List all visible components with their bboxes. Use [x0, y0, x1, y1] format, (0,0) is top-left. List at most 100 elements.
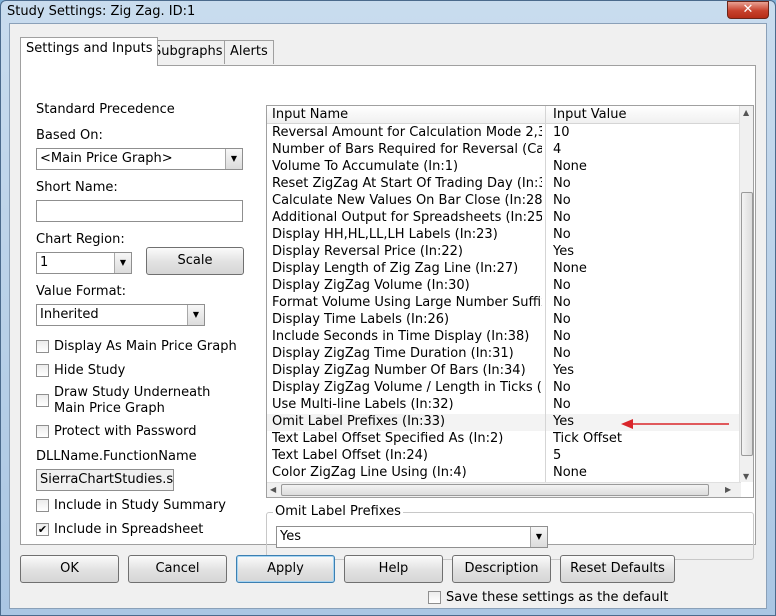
protect-password-checkbox[interactable] — [36, 425, 49, 438]
table-row[interactable]: Display ZigZag Volume (In:30) No — [267, 278, 741, 295]
input-name-cell[interactable]: Display Length of Zig Zag Line (In:27) — [272, 261, 542, 276]
value-editor-select[interactable]: Yes ▼ — [276, 526, 548, 548]
input-value-cell[interactable]: No — [553, 210, 738, 225]
ok-button[interactable]: OK — [20, 555, 119, 583]
input-name-cell[interactable]: Number of Bars Required for Reversal (Ca… — [272, 142, 542, 157]
inputs-grid[interactable]: Input Name Input Value Reversal Amount f… — [266, 105, 754, 498]
input-value-cell[interactable]: No — [553, 312, 738, 327]
horizontal-scroll-thumb[interactable] — [281, 484, 709, 496]
horizontal-scrollbar[interactable]: ◀ ▶ — [267, 482, 741, 497]
input-value-cell[interactable]: None — [553, 465, 738, 480]
input-value-cell[interactable]: No — [553, 295, 738, 310]
input-value-cell[interactable]: No — [553, 227, 738, 242]
input-value-cell[interactable]: Yes — [553, 363, 738, 378]
input-name-cell[interactable]: Additional Output for Spreadsheets (In:2… — [272, 210, 542, 225]
table-row[interactable]: Volume To Accumulate (In:1) None — [267, 159, 741, 176]
table-row[interactable]: Reset ZigZag At Start Of Trading Day (In… — [267, 176, 741, 193]
input-name-cell[interactable]: Display ZigZag Volume / Length in Ticks … — [272, 380, 542, 395]
tab-subgraphs[interactable]: Subgraphs — [147, 40, 229, 64]
table-row[interactable]: Reversal Amount for Calculation Mode 2,3… — [267, 125, 741, 142]
table-row[interactable]: Use Multi-line Labels (In:32) No — [267, 397, 741, 414]
description-button[interactable]: Description — [452, 555, 551, 583]
input-name-cell[interactable]: Reversal Amount for Calculation Mode 2,3… — [272, 125, 542, 140]
value-format-select[interactable]: Inherited ▼ — [36, 304, 205, 326]
input-value-cell[interactable]: Yes — [553, 244, 738, 259]
input-name-cell[interactable]: Include Seconds in Time Display (In:38) — [272, 329, 542, 344]
include-spreadsheet-checkbox[interactable]: ✔ — [36, 523, 49, 536]
table-row[interactable]: Display Reversal Price (In:22) Yes — [267, 244, 741, 261]
scroll-down-icon[interactable]: ▼ — [743, 472, 749, 481]
input-value-cell[interactable]: None — [553, 261, 738, 276]
chevron-down-icon[interactable]: ▼ — [225, 149, 242, 169]
reset-defaults-button[interactable]: Reset Defaults — [560, 555, 675, 583]
table-row[interactable]: Display Length of Zig Zag Line (In:27) No… — [267, 261, 741, 278]
input-name-cell[interactable]: Text Label Offset (In:24) — [272, 448, 542, 463]
scroll-up-icon[interactable]: ▲ — [743, 108, 749, 117]
input-name-cell[interactable]: Display Time Labels (In:26) — [272, 312, 542, 327]
input-name-cell[interactable]: Calculate New Values On Bar Close (In:28… — [272, 193, 542, 208]
table-row[interactable]: Color ZigZag Line Using (In:4) None — [267, 465, 741, 482]
column-header-input-value[interactable]: Input Value — [553, 107, 627, 122]
table-row[interactable]: Display HH,HL,LL,LH Labels (In:23) No — [267, 227, 741, 244]
input-value-cell[interactable]: No — [553, 278, 738, 293]
close-button[interactable]: ✕ — [727, 1, 769, 19]
help-button[interactable]: Help — [344, 555, 443, 583]
scroll-right-icon[interactable]: ▶ — [725, 485, 731, 494]
input-name-cell[interactable]: Omit Label Prefixes (In:33) — [272, 414, 542, 429]
table-row[interactable]: Display ZigZag Number Of Bars (In:34) Yes — [267, 363, 741, 380]
table-row[interactable]: Number of Bars Required for Reversal (Ca… — [267, 142, 741, 159]
short-name-input[interactable] — [36, 200, 243, 222]
input-name-cell[interactable]: Display ZigZag Number Of Bars (In:34) — [272, 363, 542, 378]
chevron-down-icon[interactable]: ▼ — [187, 305, 204, 325]
draw-underneath-checkbox[interactable] — [36, 394, 49, 407]
save-default-checkbox[interactable] — [428, 591, 441, 604]
input-name-cell[interactable]: Display ZigZag Volume (In:30) — [272, 278, 542, 293]
input-value-cell[interactable]: No — [553, 176, 738, 191]
table-row[interactable]: Include Seconds in Time Display (In:38) N… — [267, 329, 741, 346]
input-name-cell[interactable]: Display Reversal Price (In:22) — [272, 244, 542, 259]
table-row[interactable]: Display ZigZag Volume / Length in Ticks … — [267, 380, 741, 397]
input-name-cell[interactable]: Use Multi-line Labels (In:32) — [272, 397, 542, 412]
input-value-cell[interactable]: No — [553, 346, 738, 361]
input-name-cell[interactable]: Reset ZigZag At Start Of Trading Day (In… — [272, 176, 542, 191]
input-value-cell[interactable]: None — [553, 159, 738, 174]
input-value-cell[interactable]: No — [553, 380, 738, 395]
input-name-cell[interactable]: Color ZigZag Line Using (In:4) — [272, 465, 542, 480]
display-as-main-checkbox[interactable] — [36, 340, 49, 353]
hide-study-checkbox[interactable] — [36, 364, 49, 377]
include-summary-checkbox[interactable] — [36, 499, 49, 512]
chevron-down-icon[interactable]: ▼ — [530, 527, 547, 547]
input-name-cell[interactable]: Display HH,HL,LL,LH Labels (In:23) — [272, 227, 542, 242]
input-value-cell[interactable]: Tick Offset — [553, 431, 738, 446]
chevron-down-icon[interactable]: ▼ — [114, 253, 131, 273]
vertical-scroll-thumb[interactable] — [741, 192, 753, 456]
column-header-input-name[interactable]: Input Name — [272, 107, 348, 122]
table-row[interactable]: Text Label Offset (In:24) 5 — [267, 448, 741, 465]
based-on-select[interactable]: <Main Price Graph> ▼ — [36, 148, 243, 170]
tab-alerts[interactable]: Alerts — [224, 40, 274, 64]
input-value-cell[interactable]: No — [553, 397, 738, 412]
vertical-scrollbar[interactable]: ▲ ▼ — [739, 106, 753, 482]
scale-button[interactable]: Scale — [146, 247, 244, 275]
input-name-cell[interactable]: Volume To Accumulate (In:1) — [272, 159, 542, 174]
input-value-cell[interactable]: No — [553, 193, 738, 208]
input-value-cell[interactable]: No — [553, 329, 738, 344]
table-row[interactable]: Additional Output for Spreadsheets (In:2… — [267, 210, 741, 227]
input-value-cell[interactable]: 5 — [553, 448, 738, 463]
table-row[interactable]: Display Time Labels (In:26) No — [267, 312, 741, 329]
apply-button[interactable]: Apply — [236, 555, 335, 583]
table-row[interactable]: Display ZigZag Time Duration (In:31) No — [267, 346, 741, 363]
input-name-cell[interactable]: Text Label Offset Specified As (In:2) — [272, 431, 542, 446]
table-row[interactable]: Text Label Offset Specified As (In:2) Tic… — [267, 431, 741, 448]
table-row[interactable]: Calculate New Values On Bar Close (In:28… — [267, 193, 741, 210]
tab-settings-and-inputs[interactable]: Settings and Inputs — [20, 37, 159, 66]
input-name-cell[interactable]: Display ZigZag Time Duration (In:31) — [272, 346, 542, 361]
title-bar[interactable]: Study Settings: Zig Zag. ID:1 ✕ — [1, 1, 775, 23]
scroll-left-icon[interactable]: ◀ — [270, 485, 276, 494]
input-value-cell[interactable]: 10 — [553, 125, 738, 140]
input-name-cell[interactable]: Format Volume Using Large Number Suffix … — [272, 295, 542, 310]
dll-name-field[interactable]: SierraChartStudies.scs — [36, 469, 174, 491]
chart-region-select[interactable]: 1 ▼ — [36, 252, 132, 274]
table-row[interactable]: Format Volume Using Large Number Suffix … — [267, 295, 741, 312]
cancel-button[interactable]: Cancel — [128, 555, 227, 583]
